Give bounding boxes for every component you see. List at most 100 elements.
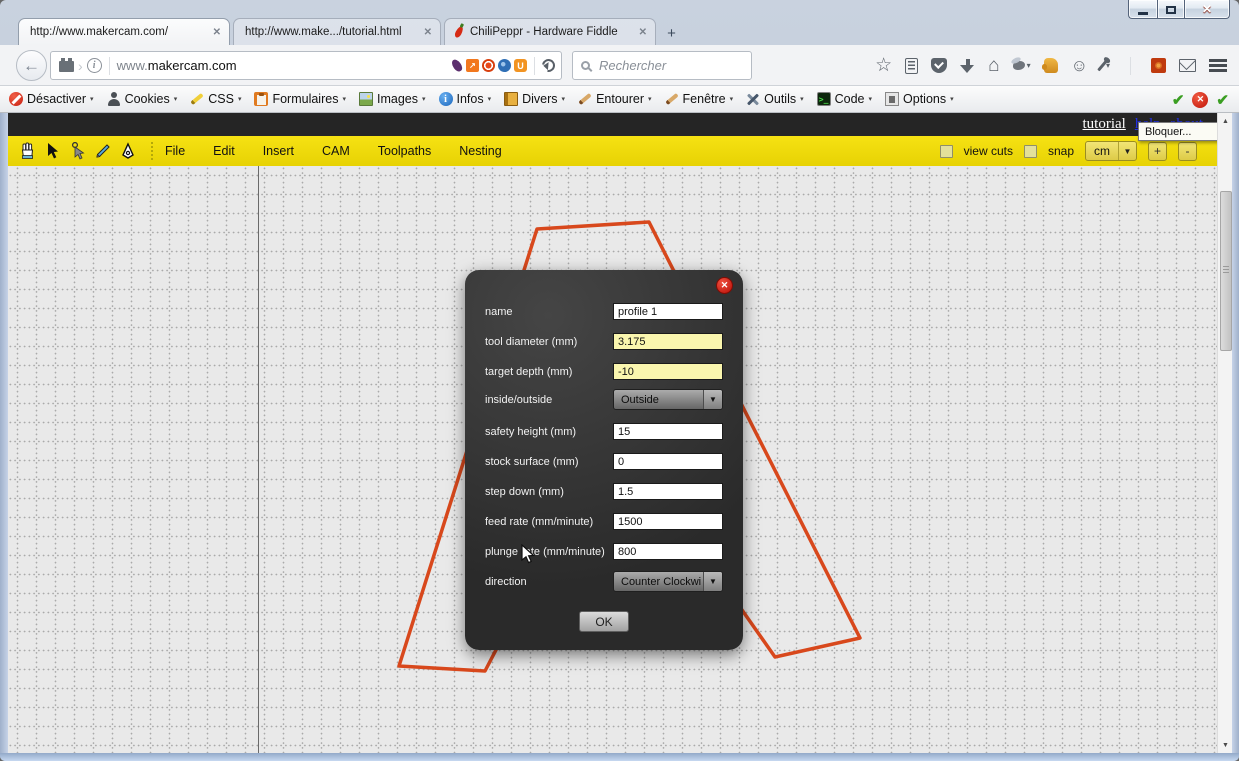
- tool-diameter-input[interactable]: [613, 333, 723, 350]
- minimize-button[interactable]: [1128, 0, 1157, 19]
- window-border-left: [0, 113, 8, 761]
- devbar-item-images[interactable]: Images▾: [359, 92, 426, 106]
- window-border-right: [1232, 113, 1239, 761]
- tab-close-icon[interactable]: ✕: [213, 27, 221, 38]
- tab-makercam[interactable]: http://www.makercam.com/ ✕: [18, 18, 230, 45]
- addon-swirl-icon[interactable]: [498, 59, 511, 72]
- valid-check-icon[interactable]: ✔: [1216, 91, 1229, 109]
- devbar-item-window[interactable]: Fenêtre▾: [665, 92, 734, 106]
- devbar-item-disable[interactable]: Désactiver▾: [9, 92, 94, 106]
- site-info-icon[interactable]: i: [87, 58, 102, 73]
- field-row-target-depth: target depth (mm): [485, 361, 723, 382]
- addon-u-icon[interactable]: U: [514, 59, 527, 72]
- zoom-in-button[interactable]: +: [1148, 142, 1167, 161]
- back-button[interactable]: ←: [16, 50, 47, 81]
- scroll-down-icon[interactable]: ▼: [1219, 738, 1232, 752]
- css-pencil-icon: [190, 92, 204, 106]
- refresh-icon[interactable]: [539, 56, 557, 74]
- select-cursor-icon[interactable]: [43, 141, 63, 161]
- devbar-item-misc[interactable]: Divers▾: [504, 92, 565, 106]
- reading-list-icon[interactable]: [905, 58, 918, 74]
- mouse-cursor: [521, 544, 536, 570]
- safety-height-input[interactable]: [613, 423, 723, 440]
- pocket-icon[interactable]: [931, 58, 947, 73]
- field-row-feed-rate: feed rate (mm/minute): [485, 511, 723, 532]
- dropdown-arrow-icon: ▼: [703, 571, 722, 592]
- devbar-item-css[interactable]: CSS▾: [190, 92, 241, 106]
- close-window-button[interactable]: ✕: [1185, 0, 1230, 19]
- dialog-close-button[interactable]: ✕: [716, 277, 733, 294]
- tab-close-icon[interactable]: ✕: [424, 27, 432, 38]
- menu-edit[interactable]: Edit: [213, 144, 235, 158]
- new-tab-button[interactable]: +: [658, 23, 685, 43]
- tab-close-icon[interactable]: ✕: [639, 27, 647, 38]
- plugin-brick-icon[interactable]: [59, 61, 74, 72]
- plunge-rate-input[interactable]: [613, 543, 723, 560]
- maximize-icon: [1166, 6, 1176, 14]
- caret-down-icon: ▾: [1027, 61, 1031, 70]
- navigation-toolbar: ← › i www.makercam.com ↗ U ☆ ⌂ ▾: [0, 45, 1239, 86]
- smiley-addon-icon[interactable]: ☺: [1071, 56, 1088, 76]
- menu-cam[interactable]: CAM: [322, 144, 350, 158]
- url-bar[interactable]: › i www.makercam.com ↗ U: [50, 51, 562, 80]
- addon-target-icon[interactable]: [482, 59, 495, 72]
- makercam-page: tutorial help about Bloquer... File: [8, 113, 1217, 753]
- eyedropper-icon[interactable]: ▾: [1101, 59, 1110, 72]
- fly-addon-icon[interactable]: ▾: [1013, 61, 1031, 70]
- valid-check-icon[interactable]: ✔: [1172, 91, 1185, 109]
- devbar-item-cookies[interactable]: Cookies▾: [107, 92, 178, 106]
- hand-addon-icon[interactable]: [1044, 58, 1058, 73]
- step-down-input[interactable]: [613, 483, 723, 500]
- makercam-header: tutorial help about: [8, 113, 1217, 136]
- addon-eggplant-icon[interactable]: [450, 59, 463, 72]
- pencil-tool-icon[interactable]: [93, 141, 113, 161]
- feed-rate-input[interactable]: [613, 513, 723, 530]
- addon-red-square-icon[interactable]: [1151, 58, 1166, 73]
- page-scrollbar[interactable]: ▲ ▼: [1217, 113, 1232, 753]
- search-bar[interactable]: [572, 51, 752, 80]
- menu-insert[interactable]: Insert: [263, 144, 294, 158]
- devbar-item-forms[interactable]: Formulaires▾: [254, 92, 346, 106]
- stock-surface-input[interactable]: [613, 453, 723, 470]
- zoom-out-button[interactable]: -: [1178, 142, 1197, 161]
- menu-nesting[interactable]: Nesting: [459, 144, 501, 158]
- search-input[interactable]: [597, 57, 743, 74]
- direction-select[interactable]: Counter Clockwi ▼: [613, 571, 723, 592]
- name-input[interactable]: [613, 303, 723, 320]
- tools-icon: [746, 92, 760, 106]
- ok-button[interactable]: OK: [579, 611, 629, 632]
- minimize-icon: [1138, 12, 1148, 15]
- tab-chilipeppr[interactable]: ChiliPeppr - Hardware Fiddle ✕: [444, 18, 656, 45]
- view-cuts-checkbox[interactable]: [940, 145, 953, 158]
- cam-canvas[interactable]: ✕ name tool diameter (mm) target depth (…: [8, 166, 1217, 753]
- snap-checkbox[interactable]: [1024, 145, 1037, 158]
- devbar-item-outline[interactable]: Entourer▾: [578, 92, 651, 106]
- home-icon[interactable]: ⌂: [988, 55, 999, 77]
- addon-arrow-icon[interactable]: ↗: [466, 59, 479, 72]
- menu-hamburger-icon[interactable]: [1209, 59, 1227, 72]
- bookmark-star-icon[interactable]: ☆: [875, 54, 892, 77]
- url-text[interactable]: www.makercam.com: [117, 58, 237, 73]
- pan-hand-icon[interactable]: [18, 141, 38, 161]
- menu-toolpaths[interactable]: Toolpaths: [378, 144, 432, 158]
- maximize-button[interactable]: [1157, 0, 1185, 19]
- scrollbar-thumb[interactable]: [1220, 191, 1232, 351]
- devbar-item-infos[interactable]: iInfos▾: [439, 92, 492, 106]
- downloads-icon[interactable]: [960, 58, 975, 74]
- tutorial-link[interactable]: tutorial: [1083, 116, 1126, 133]
- inside-outside-select[interactable]: Outside ▼: [613, 389, 723, 410]
- forms-clipboard-icon: [254, 92, 268, 106]
- devbar-item-code[interactable]: >_Code▾: [817, 92, 872, 106]
- mail-icon[interactable]: [1179, 59, 1196, 72]
- pen-nib-icon[interactable]: [118, 141, 138, 161]
- devbar-item-options[interactable]: Options▾: [885, 92, 954, 106]
- units-select[interactable]: cm ▼: [1085, 141, 1137, 161]
- window-border-bottom: [0, 753, 1239, 761]
- error-cross-icon[interactable]: ✕: [1192, 92, 1208, 108]
- scroll-up-icon[interactable]: ▲: [1219, 114, 1232, 128]
- tab-tutorial[interactable]: http://www.make.../tutorial.html ✕: [233, 18, 441, 45]
- menu-file[interactable]: File: [165, 144, 185, 158]
- direct-select-icon[interactable]: [68, 141, 88, 161]
- devbar-item-tools[interactable]: Outils▾: [746, 92, 803, 106]
- target-depth-input[interactable]: [613, 363, 723, 380]
